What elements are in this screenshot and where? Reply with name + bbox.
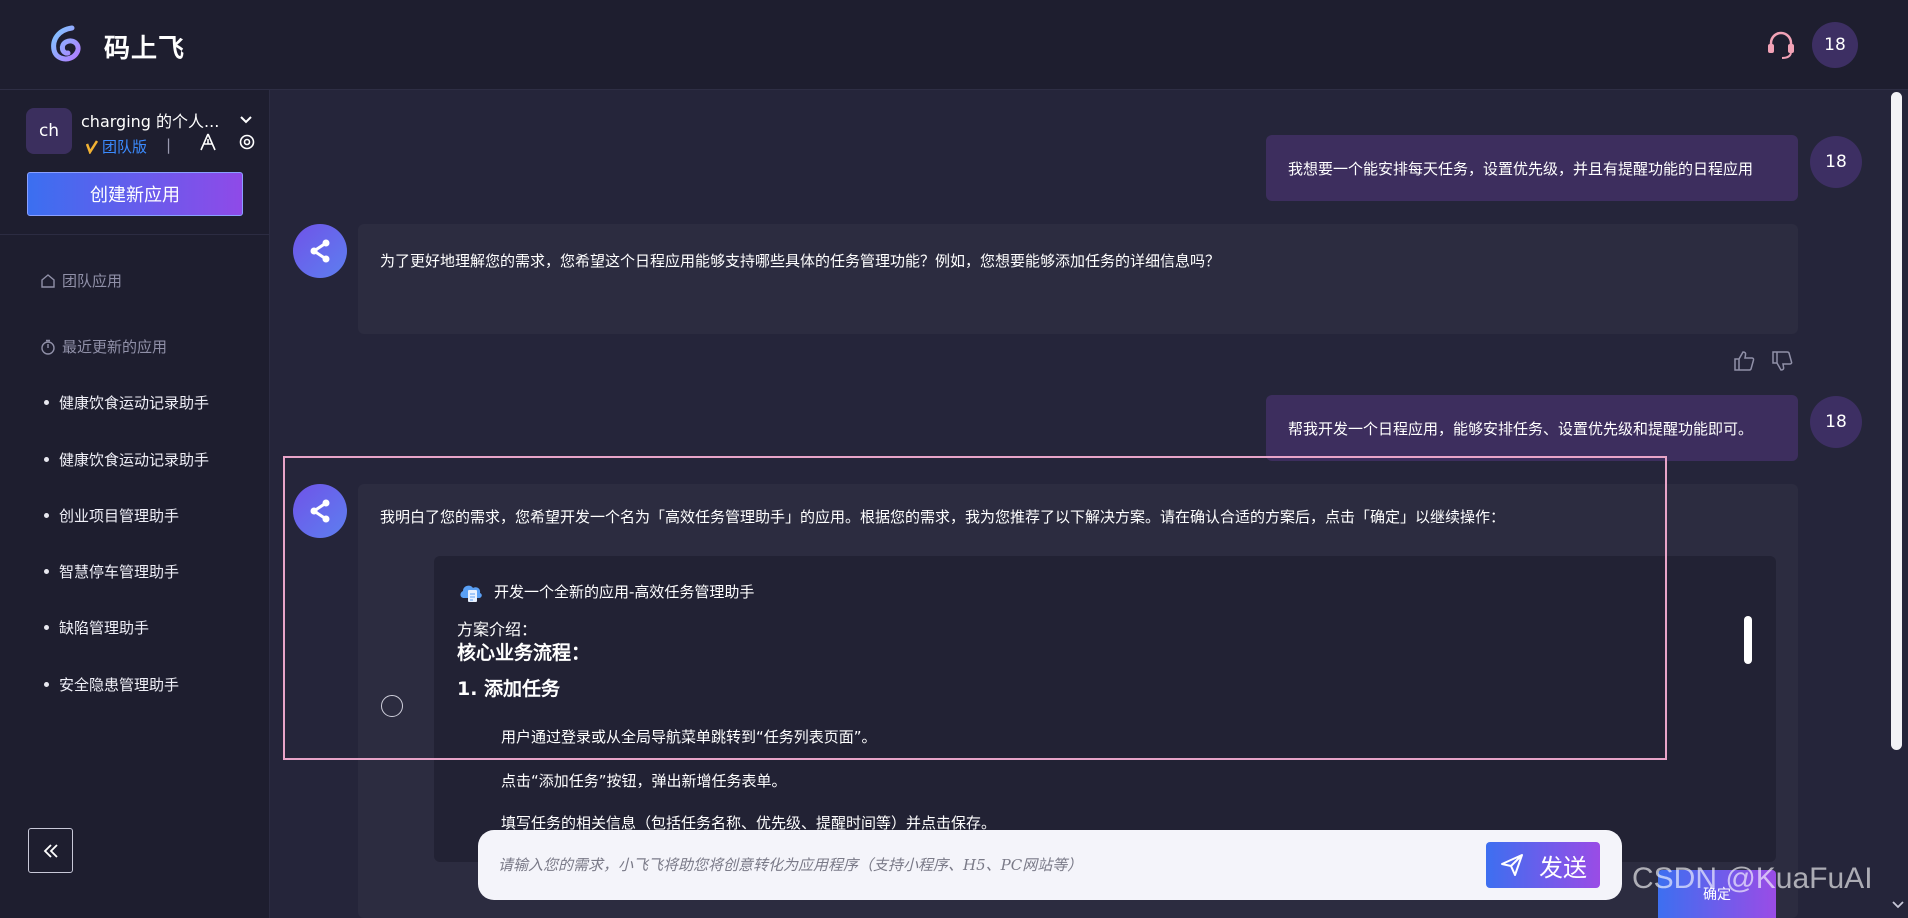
thumbs-up-icon[interactable]: [1732, 349, 1756, 373]
recent-item-label: 智慧停车管理助手: [59, 563, 180, 581]
edition-label: 团队版: [102, 138, 148, 156]
card-scrollbar-thumb[interactable]: [1744, 616, 1752, 664]
solution-heading: 核心业务流程：: [457, 642, 591, 664]
recent-item-label: 安全隐患管理助手: [59, 676, 180, 694]
solution-title-text: 开发一个全新的应用-高效任务管理助手: [494, 582, 755, 601]
bullet-icon: [44, 682, 49, 687]
share-icon: [310, 499, 330, 523]
solution-title: 开发一个全新的应用-高效任务管理助手: [458, 578, 754, 604]
send-button[interactable]: 发送: [1486, 842, 1600, 888]
app-logo-icon: [51, 25, 81, 62]
double-chevron-left-icon: [43, 843, 58, 858]
sidebar: ch charging 的个人... 团队版 | 创建新应用 团队应用 最近更新…: [0, 90, 270, 918]
bullet-icon: [44, 513, 49, 518]
create-app-button[interactable]: 创建新应用: [27, 172, 243, 216]
solution-intro-label: 方案介绍：: [457, 620, 538, 639]
sidebar-item-team-apps[interactable]: 团队应用: [40, 270, 122, 291]
recent-item-label: 健康饮食运动记录助手: [59, 394, 210, 412]
send-label: 发送: [1539, 853, 1587, 882]
workspace-avatar[interactable]: ch: [26, 108, 72, 154]
cloud-document-icon: [460, 585, 482, 602]
user-avatar: 18: [1810, 396, 1862, 448]
solution-step-line: 点击“添加任务”按钮，弹出新增任务表单。: [501, 772, 787, 790]
user-message: 帮我开发一个日程应用，能够安排任务、设置优先级和提醒功能即可。: [1266, 395, 1798, 461]
bullet-icon: [44, 457, 49, 462]
sidebar-recent-item[interactable]: 健康饮食运动记录助手: [44, 449, 209, 470]
sidebar-section-label: 最近更新的应用: [62, 338, 168, 356]
sidebar-section-label: 团队应用: [62, 272, 123, 290]
message-input[interactable]: [498, 850, 1478, 880]
app-name: 码上飞: [104, 34, 186, 64]
page-scrollbar-thumb[interactable]: [1891, 92, 1902, 750]
sidebar-recent-item[interactable]: 创业项目管理助手: [44, 505, 179, 526]
sidebar-recent-item[interactable]: 健康饮食运动记录助手: [44, 392, 209, 413]
message-composer: 发送: [478, 830, 1622, 900]
thumbs-down-icon[interactable]: [1770, 349, 1794, 373]
collapse-sidebar-button[interactable]: [28, 828, 73, 873]
settings-icon[interactable]: [238, 133, 256, 151]
user-avatar: 18: [1810, 136, 1862, 188]
bullet-icon: [44, 569, 49, 574]
separator: |: [166, 136, 172, 154]
sidebar-recent-item[interactable]: 缺陷管理助手: [44, 617, 149, 638]
bot-avatar: [293, 224, 347, 278]
bot-avatar: [293, 484, 347, 538]
recent-item-label: 创业项目管理助手: [59, 507, 180, 525]
top-header: 码上飞 18: [0, 0, 1908, 90]
switch-workspace-icon[interactable]: [198, 132, 218, 152]
paper-plane-icon: [1501, 854, 1523, 876]
edition-badge[interactable]: 团队版: [86, 136, 147, 157]
solution-subheading: 1. 添加任务: [457, 678, 561, 700]
message-text: 帮我开发一个日程应用，能够安排任务、设置优先级和提醒功能即可。: [1288, 419, 1754, 438]
headset-support-icon[interactable]: [1764, 28, 1798, 62]
scroll-down-arrow-icon[interactable]: [1890, 896, 1906, 912]
solution-radio[interactable]: [381, 695, 403, 717]
sidebar-recent-item[interactable]: 智慧停车管理助手: [44, 561, 179, 582]
user-avatar[interactable]: 18: [1812, 22, 1858, 68]
sidebar-section-recent: 最近更新的应用: [40, 336, 167, 357]
solution-step-line: 用户通过登录或从全局导航菜单跳转到“任务列表页面”。: [501, 728, 877, 746]
check-mark-icon: [86, 139, 98, 154]
message-text: 我明白了您的需求，您希望开发一个名为「高效任务管理助手」的应用。根据您的需求，我…: [380, 508, 1506, 526]
sidebar-divider: [0, 234, 270, 235]
message-text: 为了更好地理解您的需求，您希望这个日程应用能够支持哪些具体的任务管理功能？例如，…: [380, 252, 1221, 270]
user-message: 我想要一个能安排每天任务，设置优先级，并且有提醒功能的日程应用: [1266, 135, 1798, 201]
bullet-icon: [44, 400, 49, 405]
sidebar-recent-item[interactable]: 安全隐患管理助手: [44, 674, 179, 695]
recent-item-label: 缺陷管理助手: [59, 619, 150, 637]
timer-icon: [41, 339, 55, 355]
bullet-icon: [44, 625, 49, 630]
message-text: 我想要一个能安排每天任务，设置优先级，并且有提醒功能的日程应用: [1288, 159, 1754, 178]
home-icon: [41, 273, 55, 288]
bot-message: 为了更好地理解您的需求，您希望这个日程应用能够支持哪些具体的任务管理功能？例如，…: [358, 224, 1798, 334]
share-icon: [310, 239, 330, 263]
solution-card[interactable]: 开发一个全新的应用-高效任务管理助手 方案介绍： 核心业务流程： 1. 添加任务…: [434, 556, 1776, 862]
workspace-name[interactable]: charging 的个人...: [81, 108, 219, 132]
chevron-down-icon[interactable]: [238, 112, 254, 128]
watermark: CSDN @KuaFuAI: [1632, 862, 1873, 895]
recent-item-label: 健康饮食运动记录助手: [59, 451, 210, 469]
